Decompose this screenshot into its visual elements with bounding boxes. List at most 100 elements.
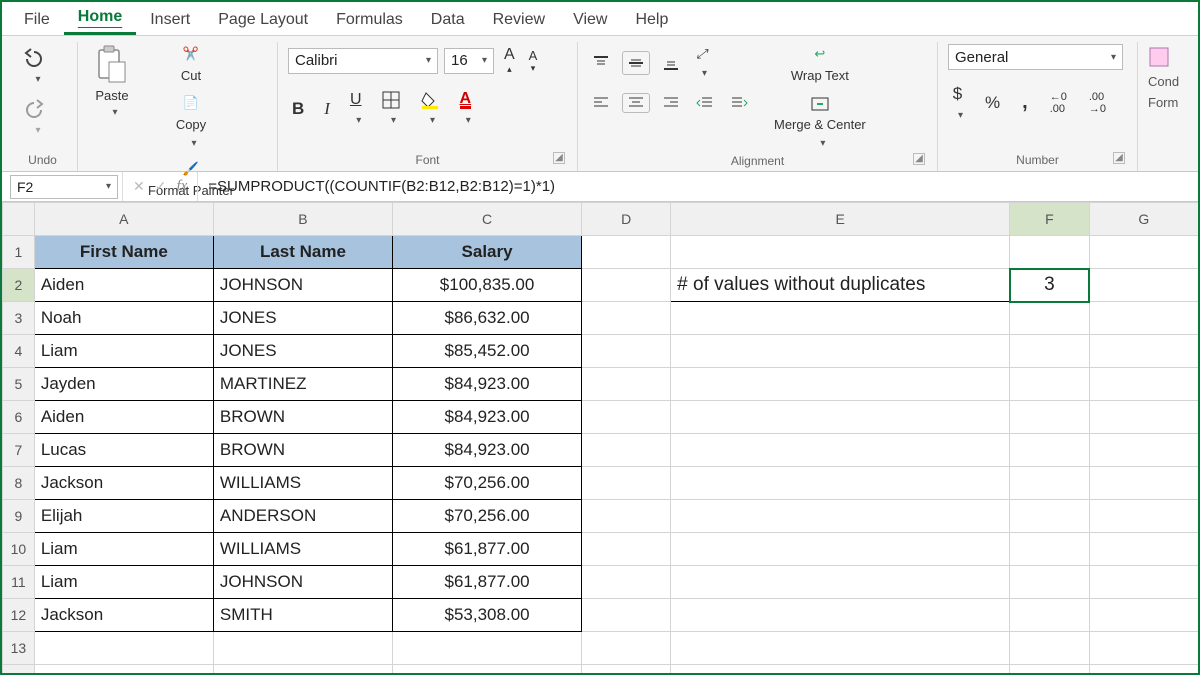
tab-insert[interactable]: Insert	[136, 5, 204, 35]
cell-A11[interactable]: Liam	[34, 566, 213, 599]
cell-E3[interactable]	[671, 302, 1010, 335]
col-header-C[interactable]: C	[393, 203, 582, 236]
font-launcher-icon[interactable]: ◢	[553, 152, 565, 164]
tab-help[interactable]: Help	[621, 5, 682, 35]
decrease-font-button[interactable]: A▾	[525, 46, 542, 76]
cell-B11[interactable]: JOHNSON	[213, 566, 392, 599]
increase-decimal-button[interactable]: ←0.00	[1046, 89, 1071, 117]
row-header-3[interactable]: 3	[3, 302, 35, 335]
cell-G3[interactable]	[1089, 302, 1198, 335]
cell-D8[interactable]	[582, 467, 671, 500]
cell-A3[interactable]: Noah	[34, 302, 213, 335]
comma-button[interactable]: ,	[1018, 89, 1032, 116]
tab-formulas[interactable]: Formulas	[322, 5, 417, 35]
decrease-decimal-button[interactable]: .00→0	[1085, 89, 1110, 117]
italic-button[interactable]: I	[320, 97, 334, 121]
cell-B13[interactable]	[213, 632, 392, 665]
row-header-10[interactable]: 10	[3, 533, 35, 566]
increase-font-button[interactable]: A▴	[500, 44, 519, 77]
cell-A6[interactable]: Aiden	[34, 401, 213, 434]
cell-F13[interactable]	[1010, 632, 1089, 665]
col-header-F[interactable]: F	[1010, 203, 1089, 236]
cell-F2[interactable]: 3	[1010, 269, 1089, 302]
cancel-formula-icon[interactable]: ✕	[133, 178, 145, 195]
cell-C9[interactable]: $70,256.00	[393, 500, 582, 533]
cell-F12[interactable]	[1010, 599, 1089, 632]
cell-E10[interactable]	[671, 533, 1010, 566]
row-header-8[interactable]: 8	[3, 467, 35, 500]
cell-C12[interactable]: $53,308.00	[393, 599, 582, 632]
alignment-launcher-icon[interactable]: ◢	[913, 153, 925, 165]
cell-F1[interactable]	[1010, 236, 1089, 269]
cell-D1[interactable]	[582, 236, 671, 269]
cell-G12[interactable]	[1089, 599, 1198, 632]
cell-G2[interactable]	[1089, 269, 1198, 302]
cell-D13[interactable]	[582, 632, 671, 665]
cell-A4[interactable]: Liam	[34, 335, 213, 368]
cell-E1[interactable]	[671, 236, 1010, 269]
font-color-button[interactable]: A▾	[456, 90, 476, 128]
cell-G1[interactable]	[1089, 236, 1198, 269]
cell-C10[interactable]: $61,877.00	[393, 533, 582, 566]
cell-G10[interactable]	[1089, 533, 1198, 566]
row-header-13[interactable]: 13	[3, 632, 35, 665]
spreadsheet-grid[interactable]: A B C D E F G 1First NameLast NameSalary…	[2, 202, 1198, 673]
percent-button[interactable]: %	[981, 91, 1004, 115]
formula-input[interactable]: =SUMPRODUCT((COUNTIF(B2:B12,B2:B12)=1)*1…	[198, 178, 1198, 195]
cell-F5[interactable]	[1010, 368, 1089, 401]
cell-D5[interactable]	[582, 368, 671, 401]
cell-B3[interactable]: JONES	[213, 302, 392, 335]
cell-E13[interactable]	[671, 632, 1010, 665]
row-header-4[interactable]: 4	[3, 335, 35, 368]
row-header-7[interactable]: 7	[3, 434, 35, 467]
name-box[interactable]: F2▾	[10, 175, 118, 199]
col-header-B[interactable]: B	[213, 203, 392, 236]
font-name-select[interactable]: Calibri▾	[288, 48, 438, 74]
decrease-indent-button[interactable]	[692, 94, 718, 112]
row-header-9[interactable]: 9	[3, 500, 35, 533]
cell-C13[interactable]	[393, 632, 582, 665]
wrap-text-button[interactable]: ↩ Wrap Text	[770, 44, 870, 85]
row-header-5[interactable]: 5	[3, 368, 35, 401]
cell-F9[interactable]	[1010, 500, 1089, 533]
cond-format-icon[interactable]	[1148, 46, 1170, 68]
cell-D11[interactable]	[582, 566, 671, 599]
underline-button[interactable]: U▾	[346, 89, 366, 128]
cell-B1[interactable]: Last Name	[213, 236, 392, 269]
cell-G8[interactable]	[1089, 467, 1198, 500]
cell-G11[interactable]	[1089, 566, 1198, 599]
row-header-1[interactable]: 1	[3, 236, 35, 269]
cell-A14[interactable]	[34, 665, 213, 674]
cell-F10[interactable]	[1010, 533, 1089, 566]
cell-B5[interactable]: MARTINEZ	[213, 368, 392, 401]
cell-C2[interactable]: $100,835.00	[393, 269, 582, 302]
cell-G13[interactable]	[1089, 632, 1198, 665]
fill-color-button[interactable]: ▾	[416, 89, 444, 128]
cell-E9[interactable]	[671, 500, 1010, 533]
row-header-14[interactable]: 14	[3, 665, 35, 674]
cell-C7[interactable]: $84,923.00	[393, 434, 582, 467]
increase-indent-button[interactable]	[726, 94, 752, 112]
cell-A8[interactable]: Jackson	[34, 467, 213, 500]
cell-F4[interactable]	[1010, 335, 1089, 368]
cell-E6[interactable]	[671, 401, 1010, 434]
align-bottom-button[interactable]	[658, 52, 684, 74]
row-header-12[interactable]: 12	[3, 599, 35, 632]
cell-B2[interactable]: JOHNSON	[213, 269, 392, 302]
cell-E4[interactable]	[671, 335, 1010, 368]
copy-button[interactable]: 📄 Copy ▾	[144, 93, 238, 151]
cell-A12[interactable]: Jackson	[34, 599, 213, 632]
cell-G7[interactable]	[1089, 434, 1198, 467]
cell-C1[interactable]: Salary	[393, 236, 582, 269]
cell-C6[interactable]: $84,923.00	[393, 401, 582, 434]
font-size-select[interactable]: 16▾	[444, 48, 494, 74]
cell-C11[interactable]: $61,877.00	[393, 566, 582, 599]
cell-A9[interactable]: Elijah	[34, 500, 213, 533]
borders-button[interactable]: ▾	[378, 89, 404, 128]
tab-file[interactable]: File	[10, 5, 64, 35]
cell-B8[interactable]: WILLIAMS	[213, 467, 392, 500]
cell-G14[interactable]	[1089, 665, 1198, 674]
paste-button[interactable]: Paste ▾	[88, 42, 136, 120]
cell-D9[interactable]	[582, 500, 671, 533]
cell-A1[interactable]: First Name	[34, 236, 213, 269]
